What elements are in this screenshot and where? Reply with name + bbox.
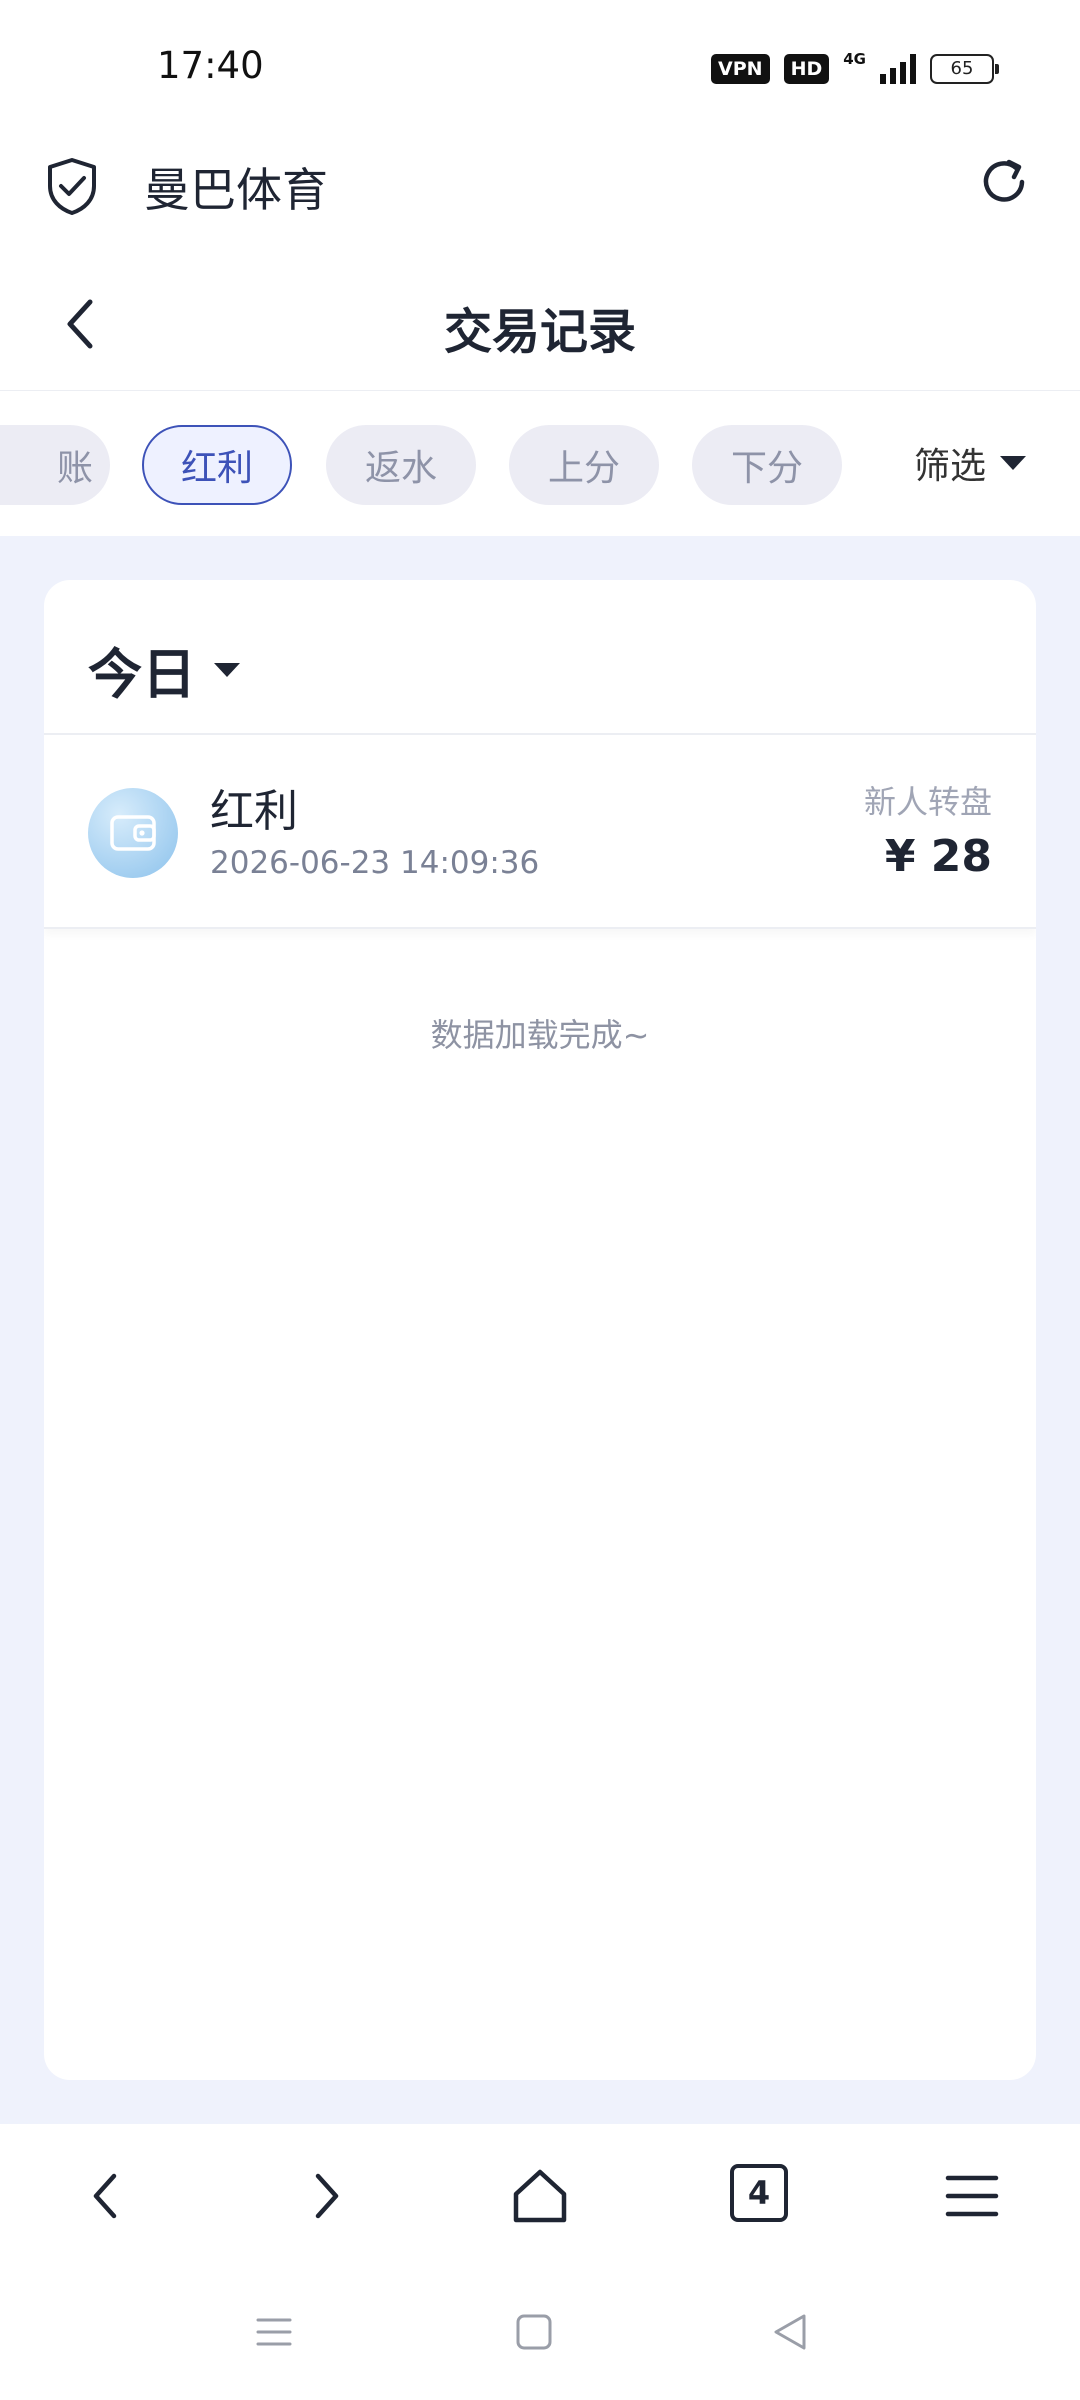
wallet-icon (88, 788, 178, 878)
browser-nav: 4 (0, 2124, 1080, 2264)
records-card: 今日 红利 2026-06-23 14:09:36 新人转盘 ¥ 28 数据加载… (44, 580, 1036, 2080)
filter-button[interactable]: 筛选 (914, 437, 1027, 489)
record-type: 红利 (210, 786, 298, 837)
status-bar: 17:40 VPN HD 4G 65 (0, 0, 1080, 136)
tab-label: 返水 (364, 448, 437, 489)
tab-rebate[interactable]: 返水 (326, 425, 476, 505)
record-amount: ¥ 28 (884, 831, 992, 882)
back-triangle-icon[interactable] (768, 2310, 812, 2354)
forward-icon[interactable] (292, 2164, 356, 2228)
system-nav (0, 2264, 1080, 2400)
tab-label: 上分 (547, 448, 620, 489)
network-type: 4G (843, 50, 866, 68)
battery-icon: 65 (930, 54, 999, 84)
status-time: 17:40 (157, 44, 264, 87)
tab-deposit[interactable]: 上分 (509, 425, 659, 505)
caret-down-icon (214, 662, 240, 677)
tab-transfer[interactable]: 账 (0, 425, 110, 505)
menu-icon[interactable] (940, 2164, 1004, 2228)
back-icon[interactable] (76, 2164, 140, 2228)
home-square-icon[interactable] (512, 2310, 556, 2354)
tab-label: 下分 (730, 448, 803, 489)
date-label: 今日 (88, 643, 196, 706)
tab-bar: 账 红利 返水 上分 下分 筛选 (0, 391, 1080, 536)
caret-down-icon (1000, 456, 1027, 470)
date-selector[interactable]: 今日 (88, 630, 240, 709)
load-status: 数据加载完成~ (430, 1016, 650, 1054)
home-icon[interactable] (508, 2164, 572, 2228)
list-item[interactable]: 红利 2026-06-23 14:09:36 新人转盘 ¥ 28 (44, 735, 1036, 929)
record-source: 新人转盘 (863, 783, 992, 821)
signal-icon (880, 54, 916, 84)
page-title: 交易记录 (443, 304, 636, 360)
tab-label: 红利 (180, 448, 253, 489)
vpn-badge: VPN (711, 54, 770, 84)
site-name: 曼巴体育 (144, 163, 328, 217)
tabs-icon[interactable]: 4 (730, 2164, 788, 2222)
filter-label: 筛选 (914, 446, 987, 487)
hd-badge: HD (783, 54, 830, 84)
shield-check-icon[interactable] (44, 156, 100, 216)
refresh-icon[interactable] (976, 154, 1032, 210)
record-time: 2026-06-23 14:09:36 (210, 845, 540, 881)
tab-label: 账 (56, 448, 93, 489)
browser-bar: 曼巴体育 (0, 136, 1080, 256)
status-icons: VPN HD 4G 65 (711, 50, 999, 86)
page-header: 交易记录 (0, 256, 1080, 391)
tab-withdraw[interactable]: 下分 (692, 425, 842, 505)
recent-apps-icon[interactable] (252, 2310, 296, 2354)
tab-bonus[interactable]: 红利 (142, 425, 292, 505)
